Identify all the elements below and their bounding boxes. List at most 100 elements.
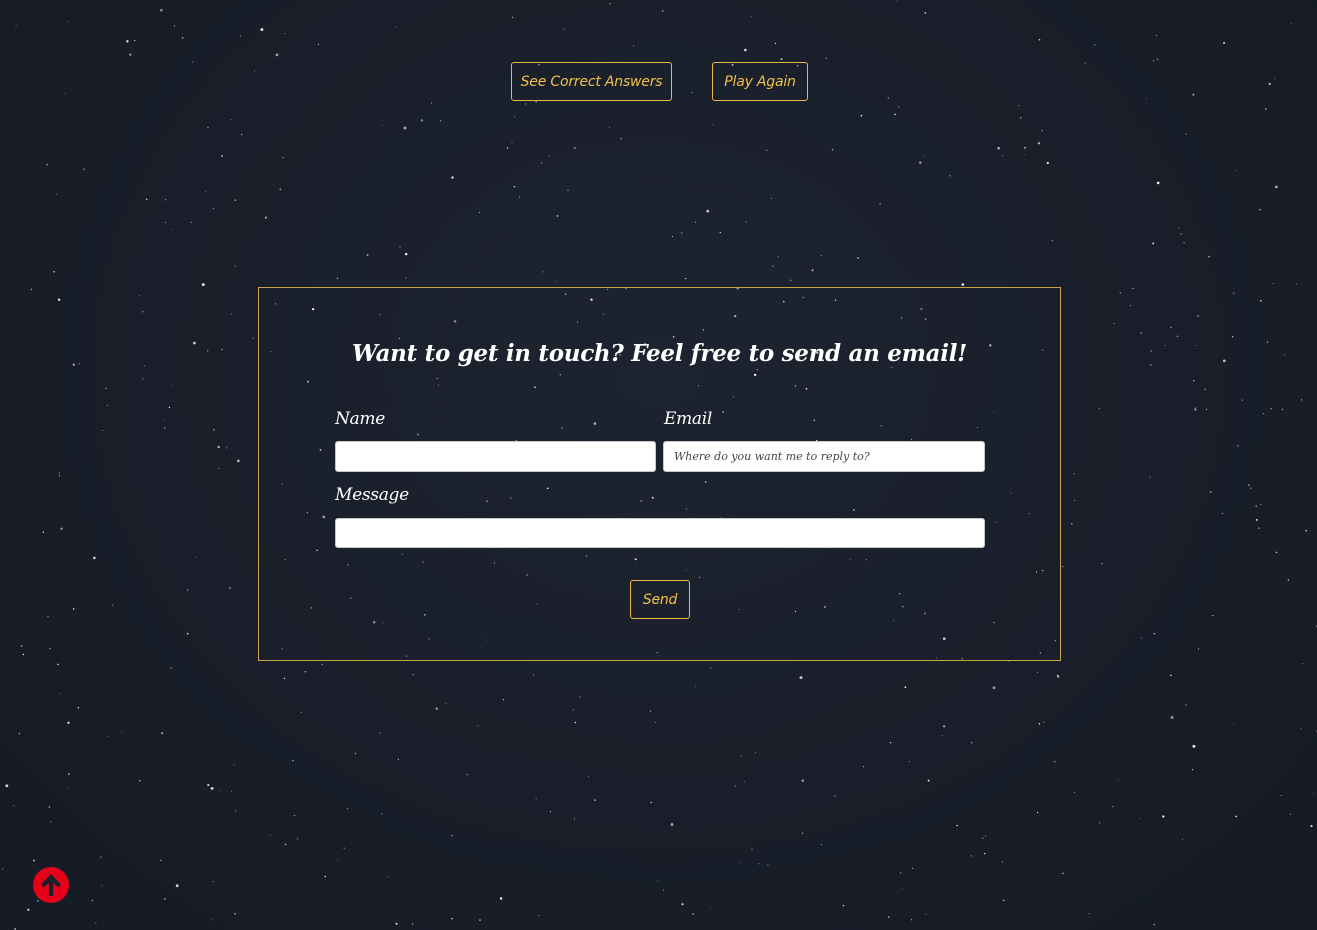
star xyxy=(740,862,742,864)
star xyxy=(1002,155,1003,157)
play-again-button[interactable]: Play Again xyxy=(712,62,808,101)
star xyxy=(1197,648,1200,650)
star xyxy=(1170,715,1174,719)
star xyxy=(982,837,984,839)
star xyxy=(860,114,863,117)
star xyxy=(985,835,987,837)
star xyxy=(506,147,509,149)
scroll-to-top-button[interactable] xyxy=(32,866,70,904)
star xyxy=(239,35,241,37)
star xyxy=(55,193,57,195)
star xyxy=(60,527,63,530)
star xyxy=(220,790,222,792)
star xyxy=(1156,58,1159,60)
star xyxy=(161,732,164,735)
star xyxy=(143,365,145,367)
star xyxy=(107,736,109,737)
star xyxy=(279,188,282,190)
star xyxy=(555,281,557,283)
star xyxy=(138,295,140,296)
star xyxy=(1152,242,1155,245)
message-input[interactable] xyxy=(335,518,985,548)
star xyxy=(68,773,70,775)
star xyxy=(908,761,910,762)
email-input[interactable] xyxy=(663,441,985,472)
star xyxy=(213,428,215,431)
star xyxy=(395,26,397,28)
star xyxy=(439,120,442,122)
star xyxy=(101,430,103,432)
star xyxy=(304,671,306,673)
star xyxy=(801,832,804,834)
star xyxy=(1191,768,1194,771)
star xyxy=(399,246,401,248)
star xyxy=(1041,129,1043,132)
star xyxy=(694,221,697,223)
star xyxy=(1056,674,1058,676)
star xyxy=(190,221,192,223)
star xyxy=(1094,44,1096,46)
star xyxy=(164,221,167,224)
star xyxy=(594,799,596,801)
star xyxy=(670,823,674,826)
star xyxy=(1235,815,1237,818)
star xyxy=(912,867,914,869)
star xyxy=(233,764,235,766)
star xyxy=(1183,241,1185,244)
star xyxy=(2,868,4,870)
star xyxy=(264,216,267,219)
star xyxy=(740,755,742,757)
star xyxy=(1038,38,1041,41)
star xyxy=(201,283,205,287)
star xyxy=(72,608,75,610)
star xyxy=(825,57,827,59)
star xyxy=(435,707,439,710)
star xyxy=(1073,473,1075,475)
star xyxy=(234,265,236,267)
star xyxy=(1255,518,1258,521)
star xyxy=(1235,169,1236,171)
star xyxy=(381,124,383,126)
star xyxy=(120,731,122,733)
star xyxy=(671,236,673,238)
star xyxy=(1185,133,1187,135)
star xyxy=(1164,344,1166,346)
star xyxy=(1071,523,1073,525)
star xyxy=(719,231,722,234)
star xyxy=(160,859,162,862)
star xyxy=(956,824,958,827)
star xyxy=(780,58,783,61)
star xyxy=(662,10,664,12)
star xyxy=(754,752,757,754)
star xyxy=(513,186,516,188)
star xyxy=(1212,615,1214,617)
star xyxy=(212,207,215,210)
star xyxy=(1088,913,1090,915)
star xyxy=(1192,744,1196,748)
star xyxy=(574,721,577,724)
star xyxy=(548,155,551,157)
star xyxy=(770,197,773,199)
name-input[interactable] xyxy=(335,441,656,472)
star xyxy=(518,196,521,198)
star xyxy=(231,790,233,792)
star xyxy=(68,787,70,789)
star xyxy=(1180,233,1182,235)
star xyxy=(50,821,52,823)
star xyxy=(1038,723,1041,725)
send-button[interactable]: Send xyxy=(630,580,690,619)
star xyxy=(692,913,694,915)
see-correct-answers-button[interactable]: See Correct Answers xyxy=(511,62,672,101)
star xyxy=(33,859,35,862)
star xyxy=(146,198,148,200)
star xyxy=(269,834,271,836)
star xyxy=(745,221,747,223)
star xyxy=(537,914,539,916)
star xyxy=(1119,292,1121,294)
star xyxy=(1150,350,1152,352)
star xyxy=(774,42,777,45)
star xyxy=(1182,838,1183,840)
star xyxy=(842,904,845,907)
star xyxy=(924,12,927,14)
star xyxy=(260,28,264,32)
